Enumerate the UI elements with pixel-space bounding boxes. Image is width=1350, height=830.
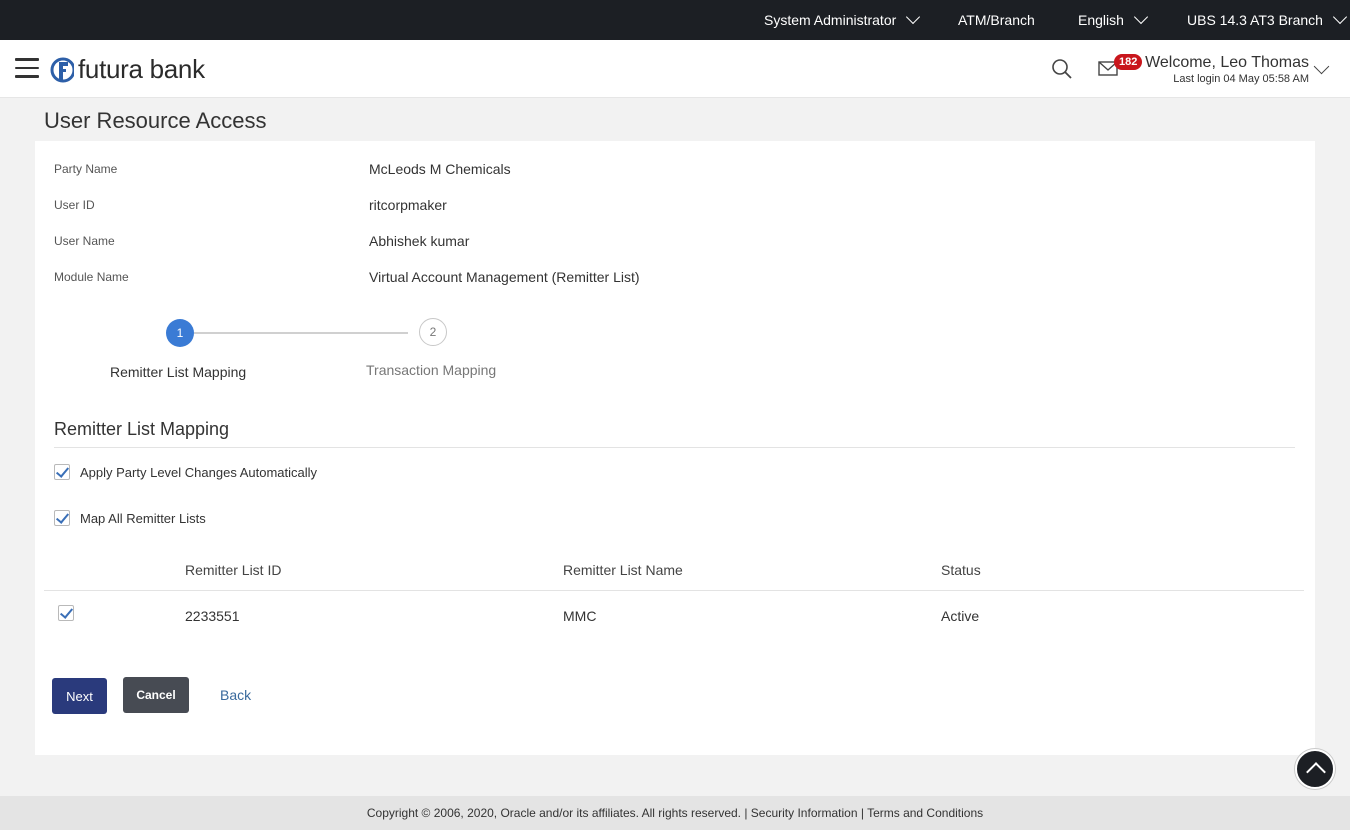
last-login-text: Last login 04 May 05:58 AM: [1173, 73, 1309, 85]
futura-logo-icon: [50, 57, 74, 82]
chevron-down-icon: [1332, 9, 1348, 25]
chevron-down-icon: [906, 9, 921, 25]
role-dropdown[interactable]: System Administrator: [764, 0, 921, 40]
user-id-value: ritcorpmaker: [369, 197, 447, 213]
brand-name: futura bank: [78, 54, 205, 84]
stepper-connector: [194, 332, 408, 334]
role-label: System Administrator: [764, 12, 897, 28]
chevron-down-icon: [1133, 9, 1148, 25]
branch-dropdown[interactable]: UBS 14.3 AT3 Branch: [1187, 0, 1348, 40]
welcome-text: Welcome, Leo Thomas: [1145, 54, 1309, 71]
page-title: User Resource Access: [44, 108, 267, 133]
table-cell-remitter-list-name: MMC: [563, 608, 597, 624]
column-header-status: Status: [941, 562, 981, 578]
table-divider: [44, 590, 1304, 591]
scroll-to-top-button[interactable]: [1295, 749, 1335, 789]
branch-label: UBS 14.3 AT3 Branch: [1187, 12, 1323, 28]
back-link[interactable]: Back: [220, 687, 251, 703]
section-divider: [54, 447, 1295, 448]
language-dropdown[interactable]: English: [1078, 0, 1148, 40]
main-panel: Party Name McLeods M Chemicals User ID r…: [35, 141, 1315, 755]
section-title: Remitter List Mapping: [54, 419, 230, 439]
module-name-value: Virtual Account Management (Remitter Lis…: [369, 269, 640, 285]
table-cell-status: Active: [941, 608, 980, 624]
top-bar: System Administrator ATM/Branch English …: [0, 0, 1350, 40]
party-name-value: McLeods M Chemicals: [369, 161, 511, 177]
brand-logo[interactable]: futura bank: [50, 54, 205, 85]
user-welcome[interactable]: Welcome, Leo Thomas Last login 04 May 05…: [1145, 54, 1309, 85]
language-label: English: [1078, 12, 1124, 28]
user-name-value: Abhishek kumar: [369, 233, 470, 249]
user-name-label: User Name: [54, 234, 115, 248]
next-button[interactable]: Next: [52, 678, 107, 714]
step-1-indicator[interactable]: 1: [166, 319, 194, 347]
column-header-remitter-list-id: Remitter List ID: [185, 562, 282, 578]
map-all-remitter-lists-checkbox[interactable]: [54, 510, 70, 526]
module-name-label: Module Name: [54, 270, 129, 284]
user-id-label: User ID: [54, 198, 95, 212]
table-cell-remitter-list-id: 2233551: [185, 608, 240, 624]
step-1-label: Remitter List Mapping: [110, 364, 247, 380]
footer-text: Copyright © 2006, 2020, Oracle and/or it…: [366, 806, 984, 820]
table-row-checkbox[interactable]: [58, 605, 74, 621]
footer: Copyright © 2006, 2020, Oracle and/or it…: [0, 796, 1350, 830]
app-header: futura bank 182 Welcome, Leo Thomas Last…: [0, 40, 1350, 98]
mail-count-badge: 182: [1114, 54, 1143, 70]
search-icon[interactable]: [1051, 58, 1073, 80]
atm-branch-link[interactable]: ATM/Branch: [958, 0, 1035, 40]
column-header-remitter-list-name: Remitter List Name: [563, 562, 683, 578]
party-name-label: Party Name: [54, 162, 118, 176]
hamburger-menu-icon[interactable]: [15, 58, 39, 80]
step-2-indicator[interactable]: 2: [419, 318, 447, 346]
apply-party-level-label: Apply Party Level Changes Automatically: [80, 465, 318, 480]
cancel-button[interactable]: Cancel: [123, 677, 189, 713]
apply-party-level-checkbox[interactable]: [54, 464, 70, 480]
map-all-remitter-lists-label: Map All Remitter Lists: [80, 511, 206, 526]
atm-branch-label: ATM/Branch: [958, 12, 1035, 28]
step-2-label: Transaction Mapping: [366, 362, 497, 378]
